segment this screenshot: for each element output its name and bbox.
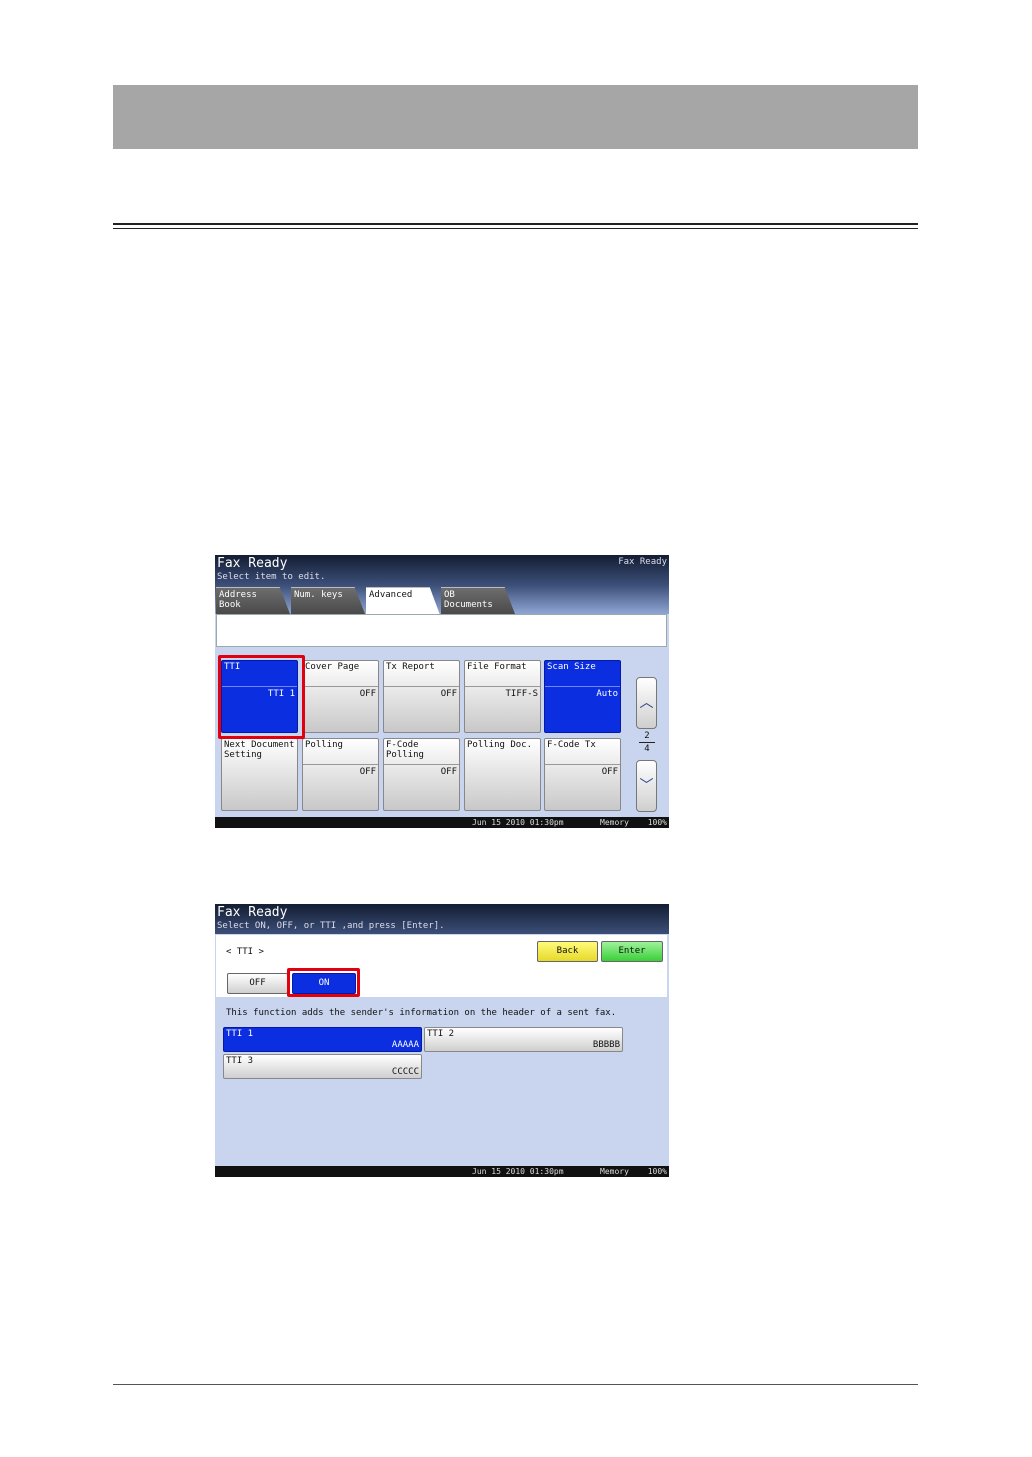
button-divider (384, 764, 459, 765)
page-divider (639, 742, 655, 743)
button-value: OFF (440, 689, 457, 699)
highlight-box-tti (218, 655, 305, 739)
tab-label: OB (444, 590, 455, 600)
button-value: Auto (596, 689, 618, 699)
screen-title: Fax Ready (217, 556, 288, 571)
chevron-down-icon: ﹀ (639, 778, 654, 794)
button-label: Tx Report (386, 662, 435, 672)
status-memory: Memory (600, 1167, 629, 1176)
file-format-button[interactable]: File Format TIFF-S (464, 660, 541, 733)
screen-subtitle: Select item to edit. (217, 572, 326, 582)
footer-rule (113, 1384, 918, 1385)
tti-1-option[interactable]: TTI 1 AAAAA (223, 1027, 422, 1052)
status-percent: 100% (647, 818, 667, 827)
tti-name: TTI 2 (427, 1029, 455, 1039)
page-total: 4 (644, 744, 650, 754)
screen-subtitle: Select ON, OFF, or TTI ,and press [Enter… (217, 921, 445, 931)
button-label: Cover Page (305, 662, 360, 672)
status-bar: Jun 15 2010 01:30pm Memory 100% (215, 817, 669, 828)
polling-button[interactable]: Polling OFF (302, 738, 379, 811)
scroll-up-button[interactable]: ︿ (636, 677, 657, 729)
button-label: F-Code Tx (547, 740, 596, 750)
button-label: Polling (305, 740, 343, 750)
tti-3-option[interactable]: TTI 3 CCCCC (223, 1054, 422, 1079)
button-divider (303, 764, 378, 765)
button-divider (545, 686, 620, 687)
page-current: 2 (644, 731, 650, 741)
button-divider (303, 686, 378, 687)
tti-name: TTI 3 (226, 1056, 254, 1066)
tab-strip: Address Book Num. keys Advanced OB Docum… (215, 585, 669, 615)
tab-label-line2: Documents (444, 600, 493, 610)
enter-button[interactable]: Enter (601, 941, 663, 962)
f-code-polling-button[interactable]: F-Code Polling OFF (383, 738, 460, 811)
chevron-up-icon: ︿ (639, 695, 654, 711)
f-code-tx-button[interactable]: F-Code Tx OFF (544, 738, 621, 811)
scroll-down-button[interactable]: ﹀ (636, 760, 657, 812)
button-divider (384, 686, 459, 687)
off-button[interactable]: OFF (227, 973, 288, 994)
button-label: F-Code Polling (386, 740, 424, 760)
button-divider (465, 686, 540, 687)
function-description: This function adds the sender's informat… (226, 1008, 617, 1018)
status-indicator: Fax Ready (618, 557, 667, 567)
button-value: OFF (601, 767, 618, 777)
button-value: OFF (359, 689, 376, 699)
title-bar: Fax Ready Select ON, OFF, or TTI ,and pr… (215, 904, 669, 934)
tab-label: Num. keys (294, 590, 343, 600)
fax-screen-tti: Fax Ready Select ON, OFF, or TTI ,and pr… (215, 904, 669, 1177)
title-bar: Fax Ready Select item to edit. Fax Ready (215, 555, 669, 585)
button-label: Next Document Setting (224, 740, 294, 760)
button-label: File Format (467, 662, 527, 672)
tab-ob-documents[interactable]: OB Documents (441, 587, 515, 614)
screen-title: Fax Ready (217, 905, 288, 920)
button-value: OFF (440, 767, 457, 777)
polling-doc-button[interactable]: Polling Doc. (464, 738, 541, 811)
cover-page-button[interactable]: Cover Page OFF (302, 660, 379, 733)
setting-name: < TTI > (226, 947, 264, 957)
tab-num-keys[interactable]: Num. keys (291, 587, 365, 614)
status-bar: Jun 15 2010 01:30pm Memory 100% (215, 1166, 669, 1177)
button-divider (545, 764, 620, 765)
tti-value: BBBBB (592, 1040, 620, 1050)
setting-panel: < TTI > Back Enter OFF ON (216, 935, 667, 997)
section-rule (113, 223, 918, 225)
message-area (216, 614, 667, 647)
button-label-line1: Next Document (224, 740, 295, 750)
tti-2-option[interactable]: TTI 2 BBBBB (424, 1027, 623, 1052)
scan-size-button[interactable]: Scan Size Auto (544, 660, 621, 733)
status-date: Jun 15 2010 01:30pm (472, 1167, 564, 1176)
tab-label: Advanced (369, 590, 413, 600)
status-memory: Memory (600, 818, 629, 827)
tti-value: CCCCC (391, 1067, 419, 1077)
next-document-setting-button[interactable]: Next Document Setting (221, 738, 298, 811)
tti-value: AAAAA (391, 1040, 419, 1050)
button-label-line2: Setting (224, 750, 262, 760)
button-value: OFF (359, 767, 376, 777)
fax-screen-advanced: Fax Ready Select item to edit. Fax Ready… (215, 555, 669, 828)
section-rule-thin (113, 228, 918, 229)
tab-label: Address (219, 590, 257, 600)
back-button[interactable]: Back (537, 941, 598, 962)
tab-label-line2: Book (219, 600, 241, 610)
highlight-box-on (287, 968, 360, 997)
status-date: Jun 15 2010 01:30pm (472, 818, 564, 827)
tab-advanced[interactable]: Advanced (366, 587, 440, 615)
tx-report-button[interactable]: Tx Report OFF (383, 660, 460, 733)
button-value: TIFF-S (505, 689, 538, 699)
button-label: Scan Size (547, 662, 596, 672)
button-label: Polling Doc. (467, 740, 533, 750)
page-header-bar (113, 85, 918, 149)
tti-name: TTI 1 (226, 1029, 254, 1039)
status-percent: 100% (647, 1167, 667, 1176)
tab-address-book[interactable]: Address Book (216, 587, 290, 614)
